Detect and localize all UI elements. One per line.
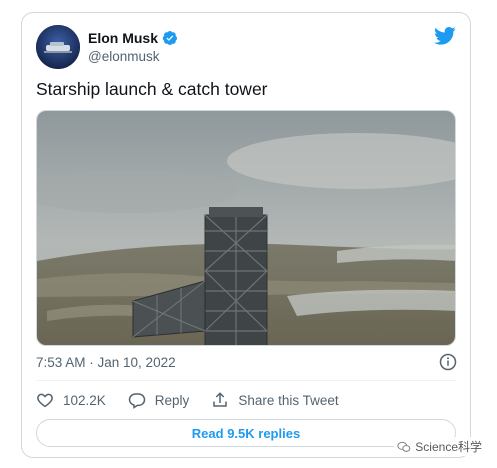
watermark-text: Science科学 [415,440,482,454]
heart-icon [37,393,53,408]
video-thumbnail-image [37,111,455,345]
like-count: 102.2K [63,392,106,408]
watermark: Science科学 [394,437,485,456]
author-handle[interactable]: @elonmusk [88,49,159,64]
author-name[interactable]: Elon Musk [88,30,158,46]
verified-badge-icon [162,31,178,46]
share-button[interactable]: Share this Tweet [211,391,339,409]
reply-label: Reply [154,392,190,408]
avatar[interactable] [36,25,80,69]
like-button[interactable]: 102.2K [36,391,106,409]
avatar-image [36,25,80,69]
share-upload-icon [213,392,228,407]
tweet-embed-card: Elon Musk @elonmusk Starship launch & ca… [21,12,471,458]
twitter-bird-icon[interactable] [434,26,456,46]
tweet-text: Starship launch & catch tower [36,79,268,99]
divider [36,380,456,381]
reply-bubble-icon [128,393,146,409]
read-replies-button[interactable]: Read 9.5K replies [36,419,456,447]
reply-button[interactable]: Reply [128,391,190,409]
tweet-actions: 102.2K Reply Share this Tweet [36,391,361,409]
info-icon[interactable] [439,353,457,371]
tweet-video[interactable] [36,110,456,346]
wechat-logo-icon [397,441,411,452]
share-label: Share this Tweet [238,392,339,408]
tweet-timestamp[interactable]: 7:53 AM · Jan 10, 2022 [36,355,176,370]
author-name-row[interactable]: Elon Musk [88,30,178,46]
